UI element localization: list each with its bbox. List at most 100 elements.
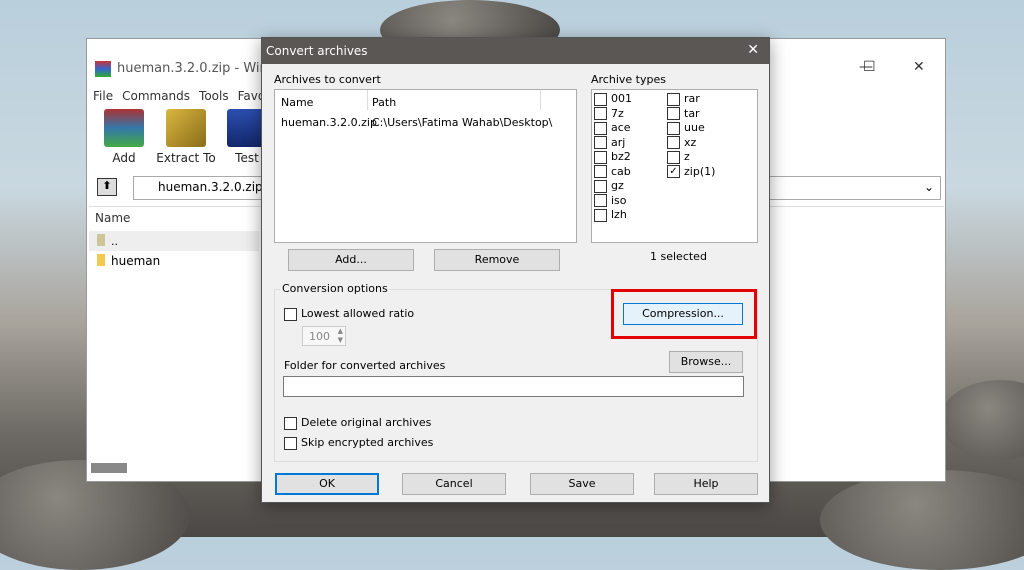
checkbox[interactable] (594, 208, 607, 222)
checkbox[interactable] (594, 165, 607, 178)
type-label: lzh (611, 208, 627, 221)
tool-label: Test (235, 151, 259, 165)
folder-icon (97, 234, 105, 246)
browse-button[interactable]: Browse... (669, 351, 743, 373)
checkbox-label: Lowest allowed ratio (301, 307, 415, 320)
archive-type-bz2[interactable]: bz2 (594, 150, 631, 164)
checkbox[interactable] (594, 150, 607, 164)
up-folder-button[interactable]: ⬆ (97, 178, 117, 196)
checkbox[interactable] (594, 92, 607, 106)
type-label: 7z (611, 106, 624, 120)
menu-tools[interactable]: Tools (199, 89, 229, 103)
dialog-titlebar: Convert archives ✕ (262, 38, 769, 64)
ok-button[interactable]: OK (275, 473, 379, 495)
archive-name[interactable]: hueman.3.2.0.zip (281, 116, 377, 129)
type-label: cab (611, 164, 631, 178)
checkbox[interactable] (284, 416, 297, 430)
checkbox-label: Skip encrypted archives (301, 436, 434, 449)
convert-archives-dialog: Convert archives ✕ Archives to convert Na… (261, 37, 770, 503)
add-button[interactable]: Add... (288, 249, 414, 271)
background-stone (940, 380, 1024, 460)
checkbox[interactable] (594, 194, 607, 207)
archive-type-xz[interactable]: xz (667, 135, 697, 149)
type-label: zip(1) (684, 164, 716, 178)
checkbox[interactable]: ✓ (667, 165, 680, 178)
archive-type-ace[interactable]: ace (594, 121, 631, 135)
archive-types-label: Archive types (591, 73, 666, 86)
close-button[interactable]: ✕ (913, 59, 925, 75)
dialog-title: Convert archives (266, 44, 368, 58)
close-icon[interactable]: ✕ (747, 42, 759, 58)
compression-button[interactable]: Compression... (623, 303, 743, 325)
remove-button[interactable]: Remove (434, 249, 560, 271)
type-label: gz (611, 179, 624, 192)
checkbox[interactable] (667, 150, 680, 164)
ratio-value: 100 (309, 330, 330, 343)
options-label: Conversion options (280, 282, 390, 295)
archive-type-cab[interactable]: cab (594, 164, 631, 178)
archive-type-001[interactable]: 001 (594, 92, 632, 106)
type-label: 001 (611, 92, 632, 105)
column-name[interactable]: Name (95, 211, 130, 225)
archive-type-iso[interactable]: iso (594, 193, 627, 207)
menu-commands[interactable]: Commands (122, 89, 190, 103)
extract-icon (166, 109, 206, 147)
save-button[interactable]: Save (530, 473, 634, 495)
type-label: xz (684, 135, 697, 149)
chevron-down-icon[interactable]: ⌄ (924, 180, 934, 194)
archive-type-gz[interactable]: gz (594, 179, 624, 193)
folder-label: Folder for converted archives (284, 359, 446, 372)
archives-label: Archives to convert (274, 73, 381, 86)
type-label: uue (684, 121, 705, 134)
checkbox[interactable] (667, 121, 680, 135)
type-label: tar (684, 106, 700, 120)
menu-file[interactable]: File (93, 89, 113, 103)
archive-type-rar[interactable]: rar (667, 92, 700, 106)
checkbox[interactable] (594, 107, 607, 120)
archive-type-lzh[interactable]: lzh (594, 208, 627, 222)
file-row[interactable]: .. (89, 231, 259, 251)
archive-type-arj[interactable]: arj (594, 135, 626, 149)
checkbox[interactable] (284, 436, 297, 450)
add-tool-button[interactable]: Add (99, 109, 149, 165)
cancel-button[interactable]: Cancel (402, 473, 506, 495)
archive-type-tar[interactable]: tar (667, 106, 700, 120)
type-label: z (684, 150, 690, 163)
tool-label: Add (112, 151, 136, 165)
type-label: arj (611, 135, 626, 149)
col-name[interactable]: Name (281, 96, 313, 109)
archives-list[interactable]: Name Path hueman.3.2.0.zip C:\Users\Fati… (274, 89, 577, 243)
lowest-ratio-checkbox[interactable]: Lowest allowed ratio (284, 307, 414, 321)
ratio-spinner[interactable]: 100 ▲ ▼ (302, 326, 346, 346)
file-name: hueman (111, 254, 161, 268)
col-path[interactable]: Path (367, 90, 541, 110)
archive-path: C:\Users\Fatima Wahab\Desktop\ (372, 116, 553, 129)
delete-original-checkbox[interactable]: Delete original archives (284, 416, 431, 430)
selected-count: 1 selected (650, 250, 707, 263)
checkbox[interactable] (667, 136, 680, 149)
extract-to-button[interactable]: Extract To (155, 109, 217, 165)
archive-type-7z[interactable]: 7z (594, 106, 624, 120)
address-text: hueman.3.2.0.zip - (158, 180, 271, 194)
spin-arrows-icon[interactable]: ▲ ▼ (338, 327, 343, 345)
checkbox[interactable] (284, 307, 297, 321)
file-name: .. (111, 235, 118, 248)
maximize-button[interactable]: ☐ (863, 59, 876, 75)
checkbox[interactable] (594, 121, 607, 135)
folder-input[interactable] (283, 376, 744, 397)
archive-type-uue[interactable]: uue (667, 121, 705, 135)
drive-key-icon (91, 463, 127, 473)
archive-type-z[interactable]: z (667, 150, 690, 164)
checkbox[interactable] (594, 179, 607, 193)
checkbox[interactable] (667, 107, 680, 120)
type-label: iso (611, 193, 627, 207)
type-label: bz2 (611, 150, 631, 163)
checkbox[interactable] (594, 136, 607, 149)
archive-type-zip1[interactable]: ✓ zip(1) (667, 164, 716, 178)
type-label: rar (684, 92, 700, 105)
tool-label: Extract To (156, 151, 216, 165)
help-button[interactable]: Help (654, 473, 758, 495)
checkbox[interactable] (667, 92, 680, 106)
file-row[interactable]: hueman (89, 251, 259, 271)
skip-encrypted-checkbox[interactable]: Skip encrypted archives (284, 436, 433, 450)
